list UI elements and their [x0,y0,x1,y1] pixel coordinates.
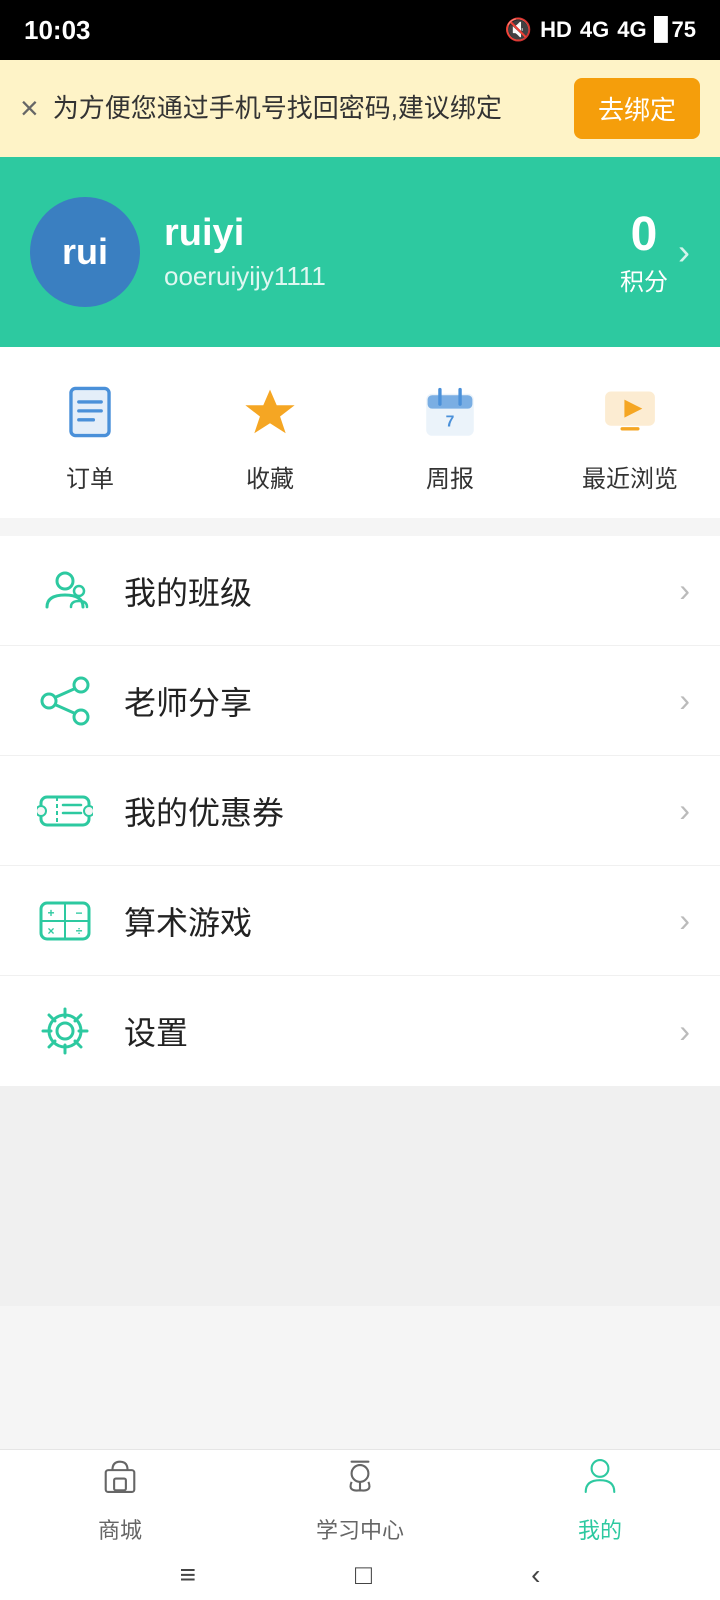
status-icons: 🔇 HD 4G 4G ▊75 [505,17,696,43]
settings-icon [30,996,100,1066]
share-icon [30,666,100,736]
coupon-text: 我的优惠券 [124,788,679,834]
profile-points[interactable]: 0 积分 › [620,207,690,297]
svg-text:−: − [75,906,82,920]
profile-info: ruiyi ooeruiyijy1111 [164,212,596,292]
class-chevron-icon: › [679,572,690,609]
points-label: 积分 [620,262,668,297]
coupon-icon [30,776,100,846]
back-button[interactable]: ‹ [531,1559,540,1591]
star-icon [235,377,305,447]
menu-item-class[interactable]: 我的班级 › [0,536,720,646]
favorites-label: 收藏 [246,459,294,494]
game-icon: + − × ÷ [30,886,100,956]
notification-action-button[interactable]: 去绑定 [574,78,700,139]
menu-section: 我的班级 › 老师分享 › 我的优 [0,536,720,1086]
teacher-chevron-icon: › [679,682,690,719]
tv-icon [595,377,665,447]
svg-text:+: + [47,906,54,920]
profile-user-id: ooeruiyijy1111 [164,261,596,292]
recent-label: 最近浏览 [582,459,678,494]
settings-chevron-icon: › [679,1013,690,1050]
svg-text:7: 7 [446,414,455,431]
menu-button[interactable]: ≡ [180,1559,196,1591]
order-icon [55,377,125,447]
weekly-label: 周报 [426,459,474,494]
avatar[interactable]: rui [30,197,140,307]
teacher-text: 老师分享 [124,678,679,724]
menu-item-game[interactable]: + − × ÷ 算术游戏 › [0,866,720,976]
class-icon [30,556,100,626]
order-label: 订单 [66,459,114,494]
learn-label: 学习中心 [316,1513,404,1545]
profile-name: ruiyi [164,212,596,255]
bottom-nav-mine[interactable]: 我的 [480,1450,720,1550]
quick-actions: 订单 收藏 7 周报 [0,347,720,518]
status-time: 10:03 [24,15,91,46]
menu-item-settings[interactable]: 设置 › [0,976,720,1086]
shop-label: 商城 [98,1513,142,1545]
notification-banner: × 为方便您通过手机号找回密码,建议绑定 去绑定 [0,60,720,157]
svg-text:×: × [47,924,54,938]
home-button[interactable]: □ [355,1559,372,1591]
svg-text:÷: ÷ [76,924,83,938]
mine-label: 我的 [578,1513,622,1545]
quick-action-orders[interactable]: 订单 [0,377,180,494]
system-bar: ≡ □ ‹ [0,1550,720,1600]
settings-text: 设置 [124,1008,679,1054]
points-value: 0 [631,207,658,262]
notification-text: 为方便您通过手机号找回密码,建议绑定 [53,90,560,126]
quick-action-favorites[interactable]: 收藏 [180,377,360,494]
shop-icon [99,1455,141,1507]
notification-close-button[interactable]: × [20,90,39,127]
content-spacer [0,1086,720,1306]
calendar-icon: 7 [415,377,485,447]
quick-action-recent[interactable]: 最近浏览 [540,377,720,494]
quick-action-weekly[interactable]: 7 周报 [360,377,540,494]
points-chevron-icon: › [678,231,690,273]
class-text: 我的班级 [124,568,679,614]
bottom-nav: 商城 学习中心 我的 ≡ [0,1449,720,1600]
game-chevron-icon: › [679,902,690,939]
menu-item-coupon[interactable]: 我的优惠券 › [0,756,720,866]
coupon-chevron-icon: › [679,792,690,829]
mine-icon [579,1455,621,1507]
bottom-nav-learn[interactable]: 学习中心 [240,1450,480,1550]
bottom-nav-shop[interactable]: 商城 [0,1450,240,1550]
menu-item-teacher[interactable]: 老师分享 › [0,646,720,756]
game-text: 算术游戏 [124,898,679,944]
learn-icon [339,1455,381,1507]
status-bar: 10:03 🔇 HD 4G 4G ▊75 [0,0,720,60]
bottom-spacer [0,1306,720,1456]
profile-header: rui ruiyi ooeruiyijy1111 0 积分 › [0,157,720,347]
